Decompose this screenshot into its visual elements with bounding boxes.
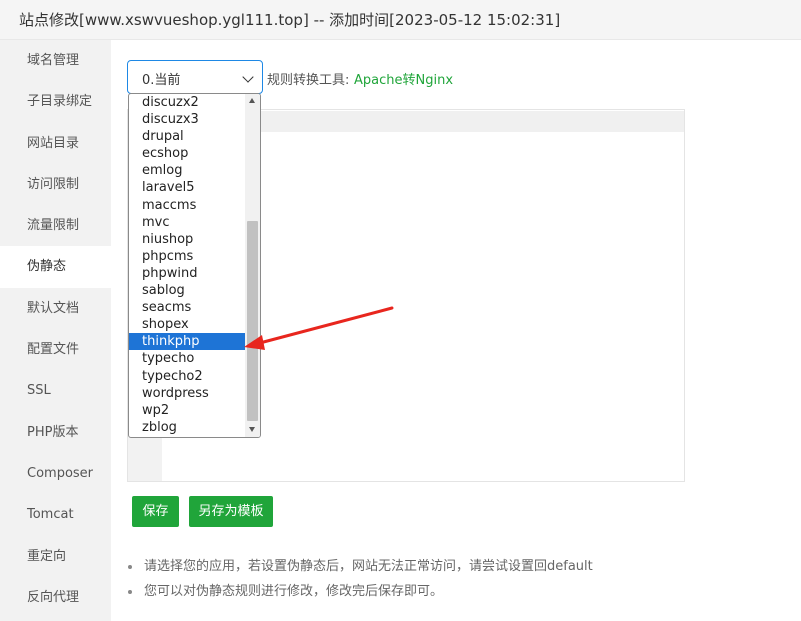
sidebar-item-rewrite[interactable]: 伪静态 — [0, 246, 111, 288]
sidebar-nav: 域名管理 子目录绑定 网站目录 访问限制 流量限制 伪静态 默认文档 配置文件 … — [0, 40, 111, 621]
sidebar-item-composer[interactable]: Composer — [0, 453, 111, 494]
option-laravel5[interactable]: laravel5 — [129, 179, 245, 196]
scroll-down-arrow-icon[interactable] — [249, 427, 255, 432]
option-wordpress[interactable]: wordpress — [129, 385, 245, 402]
option-mvc[interactable]: mvc — [129, 214, 245, 231]
option-discuzx2[interactable]: discuzx2 — [129, 94, 245, 111]
chevron-down-icon — [242, 71, 254, 83]
option-sablog[interactable]: sablog — [129, 282, 245, 299]
option-emlog[interactable]: emlog — [129, 162, 245, 179]
option-maccms[interactable]: maccms — [129, 197, 245, 214]
scroll-up-arrow-icon[interactable] — [249, 98, 255, 103]
sidebar-item-php-version[interactable]: PHP版本 — [0, 412, 111, 453]
sidebar-item-domain[interactable]: 域名管理 — [0, 40, 111, 81]
rewrite-template-dropdown[interactable]: discuzx2 discuzx3 drupal ecshop emlog la… — [128, 93, 261, 438]
apache-to-nginx-link[interactable]: Apache转Nginx — [354, 69, 453, 88]
sidebar-item-reverse-proxy[interactable]: 反向代理 — [0, 577, 111, 618]
save-button[interactable]: 保存 — [132, 496, 179, 527]
rewrite-template-select[interactable]: 0.当前 — [127, 60, 263, 94]
sidebar-item-traffic-limit[interactable]: 流量限制 — [0, 205, 111, 246]
dropdown-scrollbar[interactable] — [245, 94, 260, 437]
help-tips: 请选择您的应用，若设置伪静态后，网站无法正常访问，请尝试设置回default 您… — [125, 554, 593, 604]
option-typecho[interactable]: typecho — [129, 350, 245, 367]
option-wp2[interactable]: wp2 — [129, 402, 245, 419]
dropdown-options: discuzx2 discuzx3 drupal ecshop emlog la… — [129, 94, 245, 436]
sidebar-item-access-limit[interactable]: 访问限制 — [0, 164, 111, 205]
sidebar-item-site-directory[interactable]: 网站目录 — [0, 123, 111, 164]
sidebar-item-default-doc[interactable]: 默认文档 — [0, 288, 111, 329]
select-current-value: 0.当前 — [142, 73, 181, 88]
option-shopex[interactable]: shopex — [129, 316, 245, 333]
tip-item: 请选择您的应用，若设置伪静态后，网站无法正常访问，请尝试设置回default — [125, 554, 593, 579]
option-niushop[interactable]: niushop — [129, 231, 245, 248]
option-thinkphp[interactable]: thinkphp — [129, 333, 245, 351]
tip-item: 您可以对伪静态规则进行修改，修改完后保存即可。 — [125, 579, 593, 604]
option-seacms[interactable]: seacms — [129, 299, 245, 316]
window-title: 站点修改[www.xswvueshop.ygl111.top] -- 添加时间[… — [19, 11, 561, 29]
sidebar-item-config-file[interactable]: 配置文件 — [0, 329, 111, 370]
option-ecshop[interactable]: ecshop — [129, 145, 245, 162]
window-titlebar: 站点修改[www.xswvueshop.ygl111.top] -- 添加时间[… — [0, 0, 801, 40]
sidebar-item-ssl[interactable]: SSL — [0, 370, 111, 411]
convert-tool-label: 规则转换工具: — [267, 73, 350, 88]
option-discuzx3[interactable]: discuzx3 — [129, 111, 245, 128]
option-phpcms[interactable]: phpcms — [129, 248, 245, 265]
option-zblog[interactable]: zblog — [129, 419, 245, 436]
option-phpwind[interactable]: phpwind — [129, 265, 245, 282]
scrollbar-thumb[interactable] — [247, 221, 258, 421]
save-as-template-button[interactable]: 另存为模板 — [189, 496, 273, 527]
option-typecho2[interactable]: typecho2 — [129, 368, 245, 385]
sidebar-item-redirect[interactable]: 重定向 — [0, 536, 111, 577]
sidebar-item-tomcat[interactable]: Tomcat — [0, 494, 111, 535]
option-drupal[interactable]: drupal — [129, 128, 245, 145]
sidebar-item-subdir-binding[interactable]: 子目录绑定 — [0, 81, 111, 122]
